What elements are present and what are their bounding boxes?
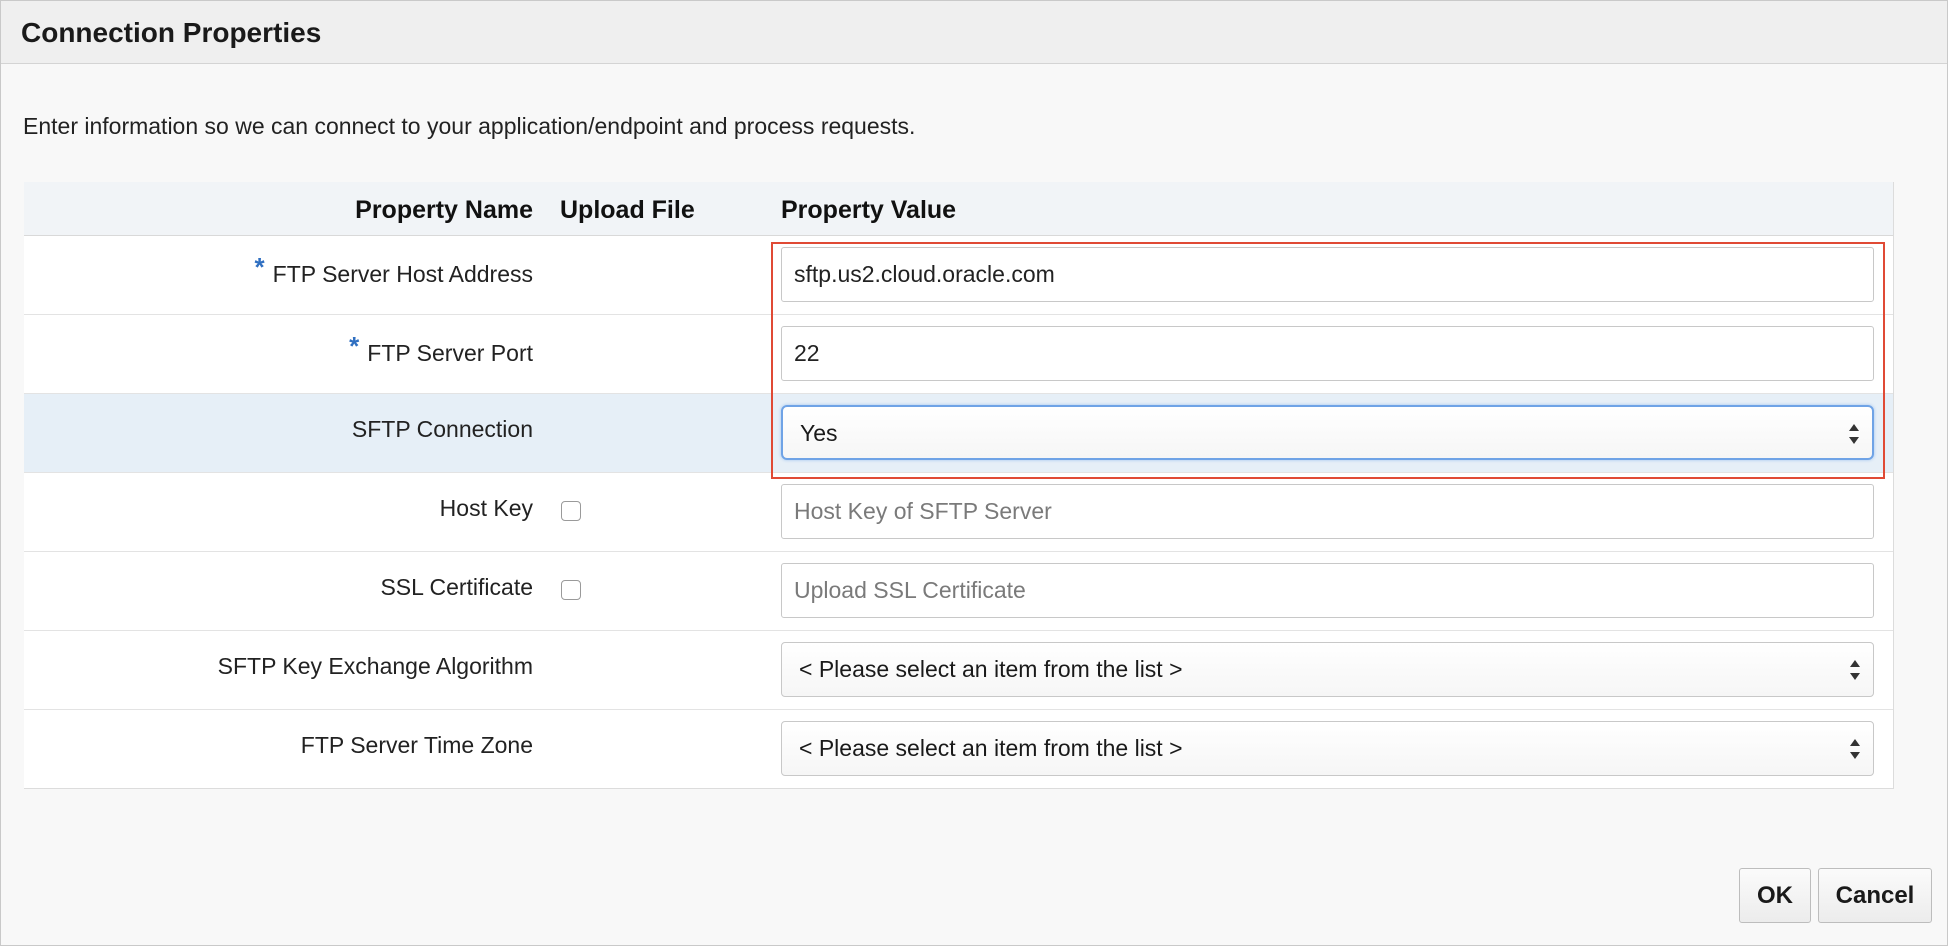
ftp-server-port-input[interactable]	[781, 326, 1874, 381]
ftp-port-label: FTP Server Port	[367, 340, 533, 366]
connection-properties-dialog: Connection Properties Enter information …	[0, 0, 1948, 946]
table-row[interactable]: * FTP Server Port	[24, 315, 1893, 394]
ok-button[interactable]: OK	[1739, 868, 1811, 923]
ssl-certificate-label: SSL Certificate	[380, 574, 533, 600]
header-upload-file: Upload File	[560, 196, 695, 224]
table-row[interactable]: FTP Server Time Zone < Please select an …	[24, 710, 1893, 788]
table-row[interactable]: SSL Certificate	[24, 552, 1893, 631]
table-row[interactable]: * FTP Server Host Address	[24, 236, 1893, 315]
table-row[interactable]: Host Key	[24, 473, 1893, 552]
required-marker: *	[349, 331, 360, 361]
header-property-name: Property Name	[355, 196, 533, 224]
dialog-title: Connection Properties	[21, 17, 322, 48]
property-name-label: * FTP Server Port	[349, 331, 533, 368]
ftp-host-label: FTP Server Host Address	[272, 261, 533, 287]
sftp-connection-select[interactable]: Yes	[781, 405, 1874, 460]
up-down-arrows-icon	[1849, 424, 1859, 444]
up-down-arrows-icon	[1850, 660, 1860, 680]
property-name-label: * FTP Server Host Address	[255, 252, 533, 289]
select-value: Yes	[800, 420, 838, 446]
ssl-certificate-upload-checkbox[interactable]	[561, 580, 581, 600]
up-down-arrows-icon	[1850, 739, 1860, 759]
ftp-time-zone-select[interactable]: < Please select an item from the list >	[781, 721, 1874, 776]
host-key-input[interactable]	[781, 484, 1874, 539]
table-header-row: Property Name Upload File Property Value	[24, 182, 1893, 236]
ssl-certificate-input[interactable]	[781, 563, 1874, 618]
host-key-upload-checkbox[interactable]	[561, 501, 581, 521]
cancel-button[interactable]: Cancel	[1818, 868, 1932, 923]
dialog-title-bar: Connection Properties	[1, 1, 1947, 64]
header-property-value: Property Value	[781, 196, 957, 224]
sftp-connection-label: SFTP Connection	[351, 416, 533, 442]
required-marker: *	[254, 252, 265, 282]
select-value: < Please select an item from the list >	[799, 656, 1183, 682]
select-value: < Please select an item from the list >	[799, 735, 1183, 761]
sftp-key-exchange-select[interactable]: < Please select an item from the list >	[781, 642, 1874, 697]
ftp-host-address-input[interactable]	[781, 247, 1874, 302]
intro-text: Enter information so we can connect to y…	[23, 113, 916, 139]
ftp-time-zone-label: FTP Server Time Zone	[300, 732, 533, 758]
host-key-label: Host Key	[439, 495, 533, 521]
properties-table: Property Name Upload File Property Value…	[24, 182, 1894, 789]
sftp-key-exchange-label: SFTP Key Exchange Algorithm	[217, 653, 533, 679]
table-row[interactable]: SFTP Connection Yes	[24, 394, 1893, 473]
table-row[interactable]: SFTP Key Exchange Algorithm < Please sel…	[24, 631, 1893, 710]
